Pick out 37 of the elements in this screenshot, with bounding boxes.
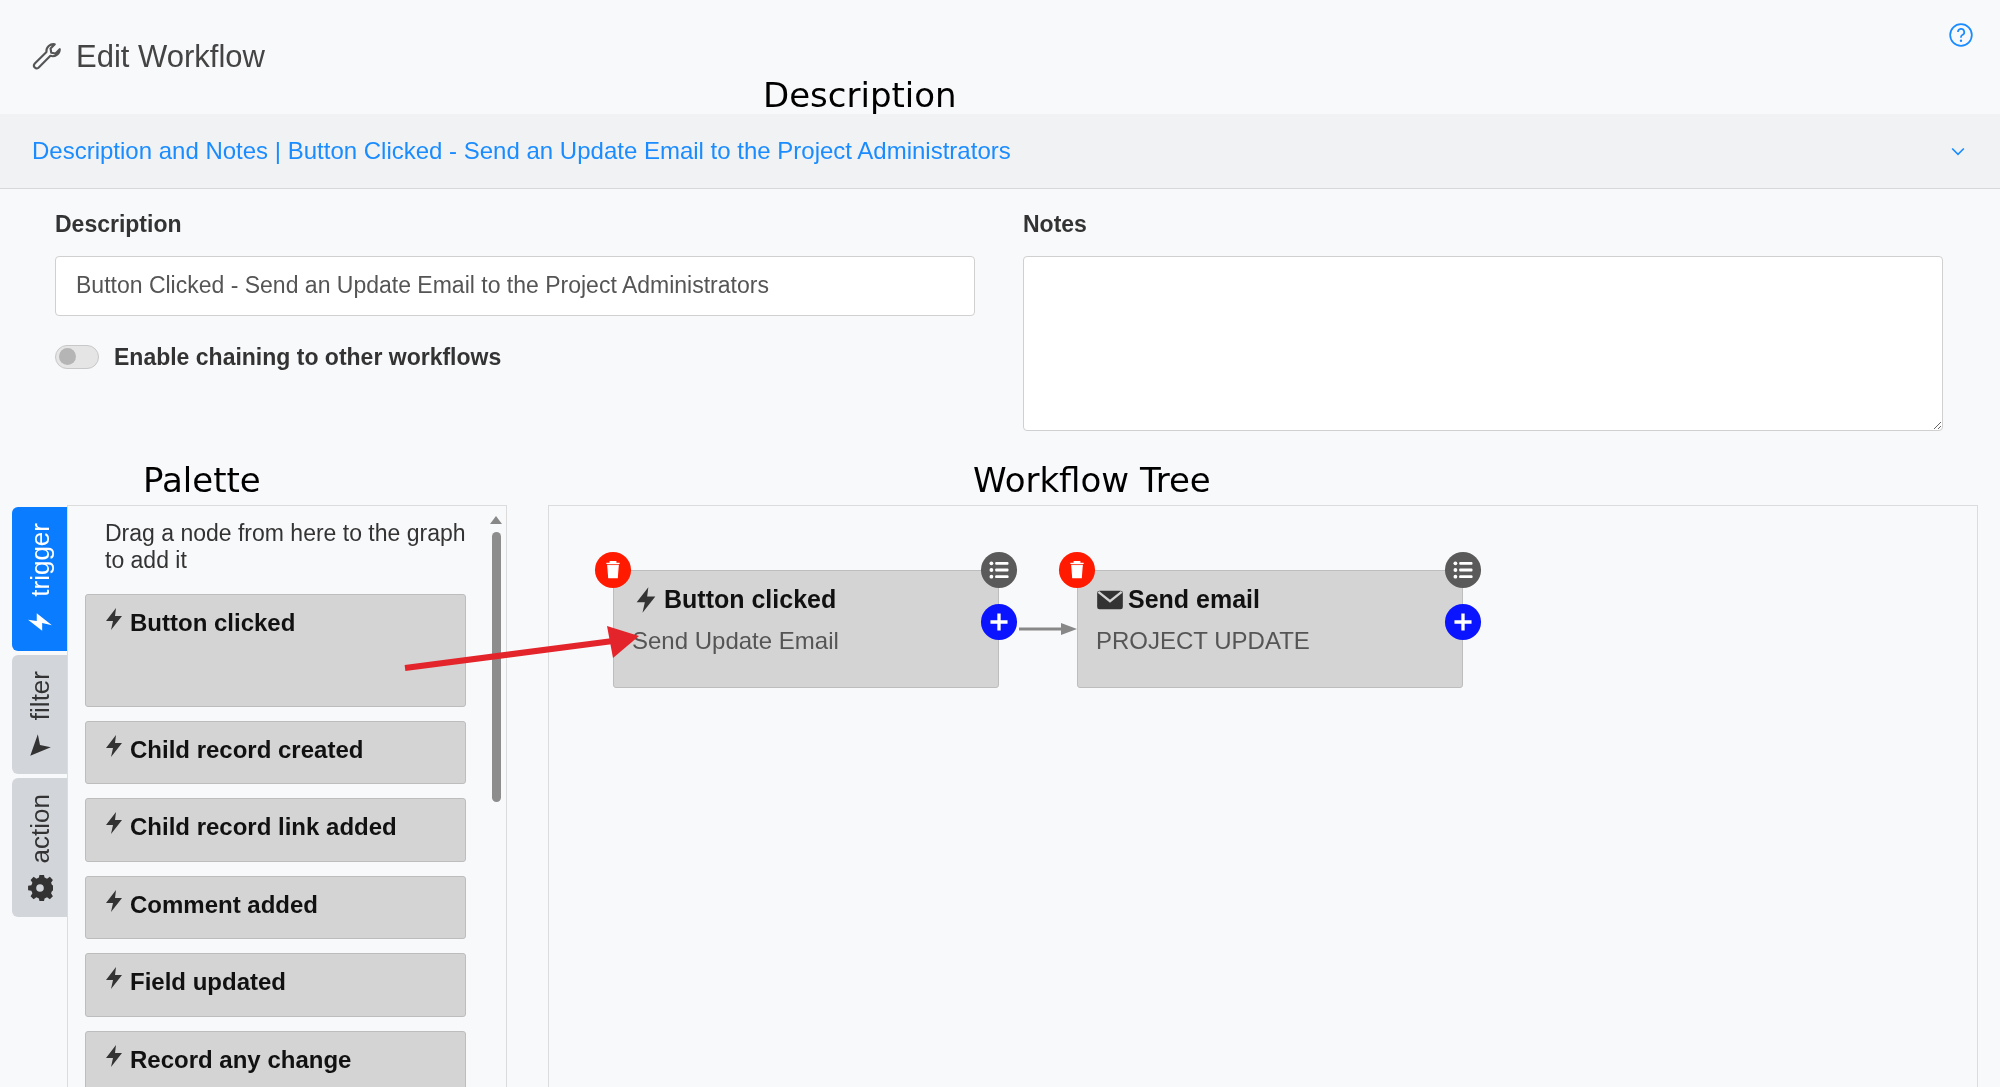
palette-item[interactable]: Comment added — [85, 875, 466, 940]
toggle-label: Enable chaining to other workflows — [114, 342, 502, 372]
palette-item[interactable]: Child record link added — [85, 798, 466, 862]
scroll-up-arrow[interactable] — [490, 516, 502, 524]
palette-item[interactable]: Child record created — [85, 720, 466, 785]
toggle-switch[interactable] — [55, 344, 99, 369]
node-subtitle: Send Update Email — [632, 625, 840, 656]
palette-tab[interactable]: filter — [12, 654, 67, 774]
annotation-label: Palette — [143, 463, 261, 497]
add-icon[interactable] — [1444, 603, 1482, 641]
field-label: Description — [55, 210, 183, 239]
settings-icon — [26, 875, 53, 902]
palette-tab[interactable]: trigger — [12, 507, 67, 651]
annotation-label: Workflow Tree — [973, 463, 1211, 497]
list-icon[interactable] — [980, 551, 1018, 589]
workflow-node[interactable]: Button clicked Send Update Email — [613, 570, 999, 688]
scrollbar-thumb[interactable] — [491, 532, 501, 802]
page-title: Edit Workflow — [76, 38, 265, 76]
node-title: Button clicked — [664, 584, 837, 615]
palette-tab[interactable]: action — [12, 777, 67, 918]
edge-arrow — [1019, 621, 1077, 637]
add-icon[interactable] — [980, 603, 1018, 641]
palette-hint: Drag a node from here to the graph to add it — [104, 520, 466, 574]
description-input[interactable]: Button Clicked - Send an Update Email to the Project Administrators — [55, 255, 975, 316]
palette-item[interactable]: Button clicked — [85, 594, 466, 707]
accordion-title: Description and Notes | Button Clicked - Send an Update Email to the Project Administrators — [32, 136, 1011, 166]
palette-item[interactable]: Record any change — [85, 1030, 466, 1087]
list-icon[interactable] — [1444, 551, 1482, 589]
help-icon[interactable] — [1948, 22, 1974, 48]
annotation-label: Description — [763, 78, 957, 112]
field-label: Notes — [1023, 210, 1088, 239]
palette-item[interactable]: Field updated — [85, 953, 466, 1017]
workflow-node[interactable]: Send email PROJECT UPDATE — [1077, 570, 1463, 688]
delete-icon[interactable] — [594, 551, 632, 589]
node-title: Send email — [1128, 584, 1260, 615]
delete-icon[interactable] — [1058, 551, 1096, 589]
node-subtitle: PROJECT UPDATE — [1096, 625, 1311, 656]
